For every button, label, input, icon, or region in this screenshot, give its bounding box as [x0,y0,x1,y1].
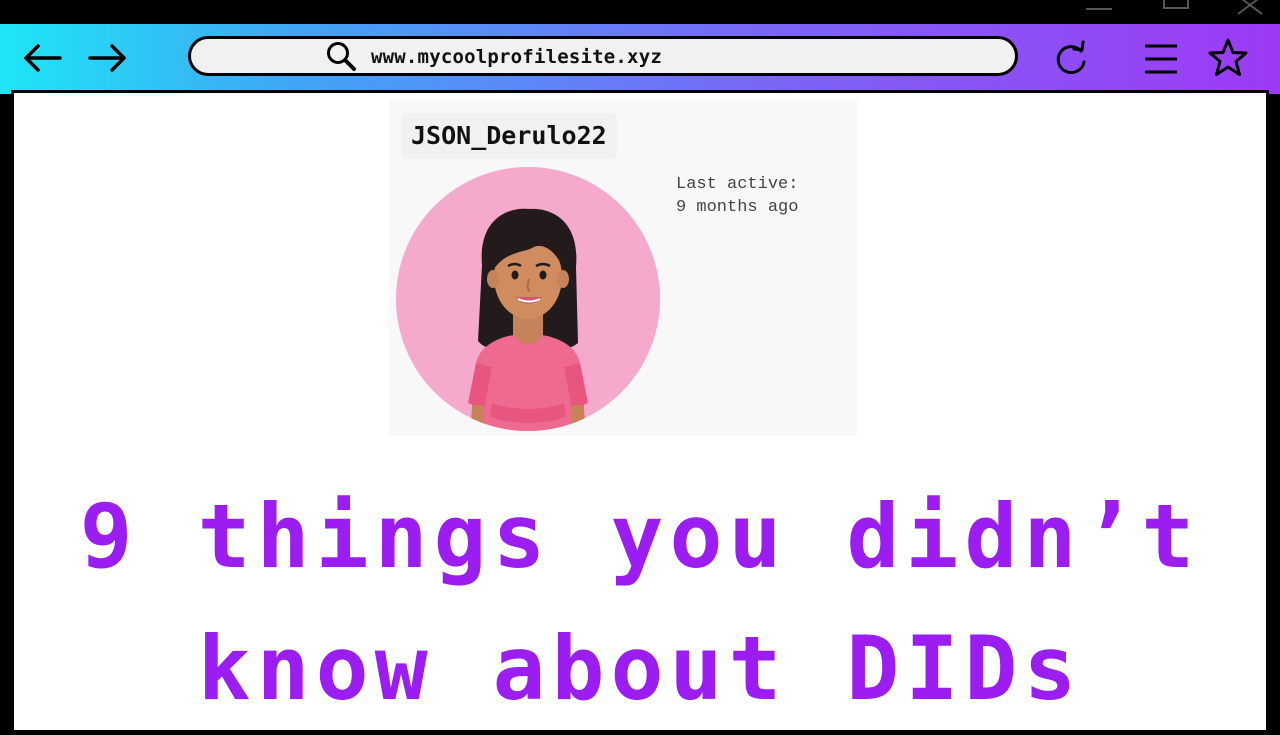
profile-card: JSON_Derulo22 Last active: 9 months ago [389,99,857,436]
close-button[interactable] [1230,0,1270,24]
last-active: Last active: 9 months ago [676,173,798,219]
minimize-button[interactable] [1080,0,1120,24]
article-headline[interactable]: 9 things you didn’t know about DIDs [14,471,1266,735]
address-bar[interactable]: www.mycoolprofilesite.xyz [188,36,1018,76]
headline-line-1: 9 things you didn’t [79,485,1201,588]
avatar[interactable] [396,167,660,431]
username[interactable]: JSON_Derulo22 [401,113,617,159]
maximize-button[interactable] [1156,0,1196,24]
headline-line-2: know about DIDs [197,617,1083,720]
last-active-value: 9 months ago [676,198,799,217]
arrow-right-icon [88,44,126,72]
arrow-left-icon [24,44,62,72]
star-icon[interactable] [1206,36,1250,80]
forward-button[interactable] [80,34,136,82]
browser-toolbar: www.mycoolprofilesite.xyz [0,24,1280,94]
back-button[interactable] [14,34,70,82]
last-active-label: Last active: [676,175,799,194]
url-text[interactable]: www.mycoolprofilesite.xyz [371,46,662,68]
page-content: JSON_Derulo22 Last active: 9 months ago … [11,90,1269,730]
search-icon [327,42,356,71]
hamburger-menu-icon[interactable] [1140,38,1182,80]
reload-icon[interactable] [1050,38,1092,80]
window-titlebar [0,0,1280,24]
